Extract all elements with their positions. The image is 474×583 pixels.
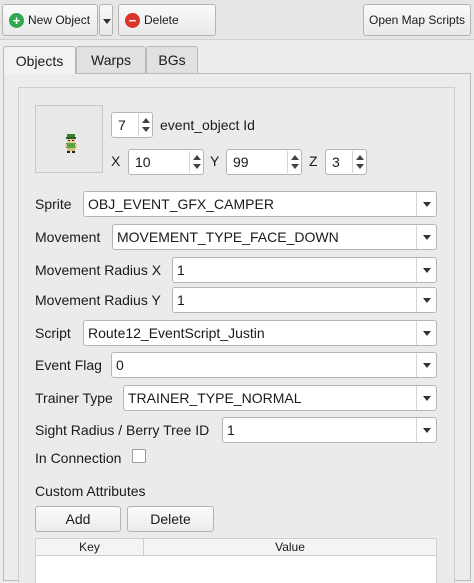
chevron-down-icon[interactable] xyxy=(416,353,436,377)
attributes-table-header: Key Value xyxy=(35,538,437,556)
event-flag-value: 0 xyxy=(116,357,124,373)
object-id-spinbox[interactable]: 7 xyxy=(111,112,153,138)
sight-radius-combobox[interactable]: 1 xyxy=(222,417,437,443)
spin-arrows-icon[interactable] xyxy=(352,151,365,173)
sprite-combobox[interactable]: OBJ_EVENT_GFX_CAMPER xyxy=(83,191,437,217)
event-flag-label: Event Flag xyxy=(35,357,102,373)
script-value: Route12_EventScript_Justin xyxy=(88,325,265,341)
script-label: Script xyxy=(35,325,71,341)
add-attribute-button[interactable]: Add xyxy=(35,506,121,532)
script-combobox[interactable]: Route12_EventScript_Justin xyxy=(83,320,437,346)
tab-warps[interactable]: Warps xyxy=(76,46,146,73)
column-header-key[interactable]: Key xyxy=(36,539,144,555)
movement-value: MOVEMENT_TYPE_FACE_DOWN xyxy=(117,229,339,245)
tab-objects[interactable]: Objects xyxy=(3,46,76,74)
movement-radius-y-value: 1 xyxy=(177,292,185,308)
spin-arrows-icon[interactable] xyxy=(287,151,300,173)
chevron-down-icon[interactable] xyxy=(416,258,436,282)
tab-bgs[interactable]: BGs xyxy=(146,46,198,73)
sight-radius-value: 1 xyxy=(227,422,235,438)
chevron-down-icon[interactable] xyxy=(416,192,436,216)
movement-radius-y-label: Movement Radius Y xyxy=(35,292,161,308)
object-id-label: event_object Id xyxy=(160,117,255,133)
movement-radius-x-combobox[interactable]: 1 xyxy=(172,257,437,283)
z-value: 3 xyxy=(332,154,340,170)
trainer-type-value: TRAINER_TYPE_NORMAL xyxy=(128,390,302,406)
delete-attribute-button[interactable]: Delete xyxy=(127,506,214,532)
trainer-type-combobox[interactable]: TRAINER_TYPE_NORMAL xyxy=(123,385,437,411)
sprite-value: OBJ_EVENT_GFX_CAMPER xyxy=(88,196,274,212)
column-header-value[interactable]: Value xyxy=(144,539,436,555)
add-attribute-label: Add xyxy=(65,511,91,527)
attributes-table-body[interactable] xyxy=(35,556,437,583)
y-label: Y xyxy=(210,153,220,169)
delete-object-button[interactable]: − Delete xyxy=(118,4,216,36)
movement-label: Movement xyxy=(35,229,101,245)
y-spinbox[interactable]: 99 xyxy=(226,149,302,175)
movement-radius-y-combobox[interactable]: 1 xyxy=(172,287,437,313)
new-object-dropdown-button[interactable] xyxy=(99,4,113,36)
new-object-label: New Object xyxy=(28,13,91,27)
chevron-down-icon[interactable] xyxy=(416,225,436,249)
plus-circle-icon: + xyxy=(9,12,24,28)
tab-bgs-label: BGs xyxy=(158,52,186,68)
movement-combobox[interactable]: MOVEMENT_TYPE_FACE_DOWN xyxy=(112,224,437,250)
open-map-scripts-button[interactable]: Open Map Scripts xyxy=(363,4,471,36)
chevron-down-icon[interactable] xyxy=(416,288,436,312)
trainer-type-label: Trainer Type xyxy=(35,390,113,406)
x-label: X xyxy=(111,153,121,169)
y-value: 99 xyxy=(233,154,249,170)
sprite-label: Sprite xyxy=(35,196,72,212)
x-spinbox[interactable]: 10 xyxy=(128,149,204,175)
spin-arrows-icon[interactable] xyxy=(189,151,202,173)
tab-warps-label: Warps xyxy=(91,52,131,68)
delete-object-label: Delete xyxy=(144,13,179,27)
object-id-value: 7 xyxy=(118,117,126,133)
delete-attribute-label: Delete xyxy=(150,511,191,527)
spin-arrows-icon[interactable] xyxy=(138,114,151,136)
event-flag-combobox[interactable]: 0 xyxy=(111,352,437,378)
chevron-down-icon xyxy=(103,19,111,24)
tab-objects-label: Objects xyxy=(15,52,64,69)
sight-radius-label: Sight Radius / Berry Tree ID xyxy=(35,422,210,438)
chevron-down-icon[interactable] xyxy=(416,321,436,345)
movement-radius-x-label: Movement Radius X xyxy=(35,262,162,278)
sprite-preview xyxy=(35,105,103,173)
open-map-scripts-label: Open Map Scripts xyxy=(368,13,466,27)
z-spinbox[interactable]: 3 xyxy=(325,149,367,175)
new-object-button[interactable]: + New Object xyxy=(2,4,98,36)
in-connection-label: In Connection xyxy=(35,450,122,466)
movement-radius-x-value: 1 xyxy=(177,262,185,278)
chevron-down-icon[interactable] xyxy=(416,418,436,442)
toolbar: + New Object − Delete Open Map Scripts xyxy=(0,0,474,40)
in-connection-checkbox[interactable] xyxy=(132,449,146,463)
z-label: Z xyxy=(309,153,318,169)
minus-circle-icon: − xyxy=(125,12,140,28)
camper-sprite-icon xyxy=(65,134,77,153)
chevron-down-icon[interactable] xyxy=(416,386,436,410)
x-value: 10 xyxy=(135,154,151,170)
custom-attributes-title: Custom Attributes xyxy=(35,483,146,499)
